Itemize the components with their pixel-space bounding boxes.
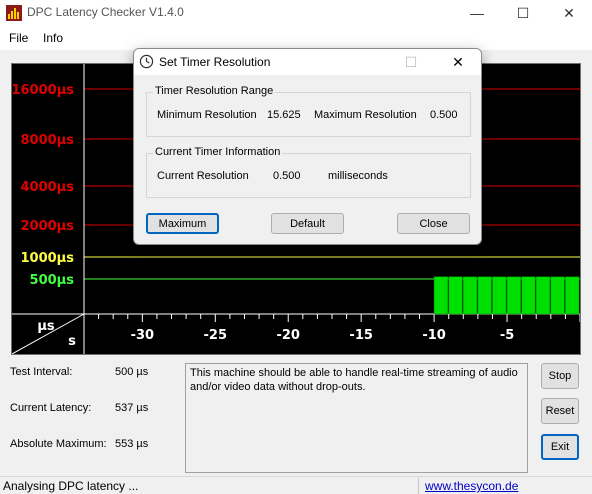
y-threshold-label: 4000µs bbox=[21, 180, 75, 195]
dialog-title-bar: Set Timer Resolution ☐ ✕ bbox=[134, 49, 481, 75]
corner-unit-s: s bbox=[68, 334, 76, 349]
minimum-resolution-value: 15.625 bbox=[267, 109, 301, 121]
dialog-title: Set Timer Resolution bbox=[159, 55, 271, 69]
test-interval-label: Test Interval: bbox=[10, 366, 73, 378]
absolute-maximum-value: 553 µs bbox=[115, 438, 149, 450]
corner-unit-us: µs bbox=[37, 319, 55, 334]
x-tick-label: -5 bbox=[500, 328, 514, 343]
timer-resolution-range-group: Timer Resolution Range Minimum Resolutio… bbox=[146, 85, 471, 137]
y-threshold-label: 16000µs bbox=[12, 83, 74, 98]
default-button[interactable]: Default bbox=[271, 213, 344, 234]
latency-bar bbox=[448, 276, 463, 315]
latency-bar bbox=[492, 276, 507, 315]
latency-bar bbox=[463, 276, 478, 315]
y-threshold-label: 500µs bbox=[30, 273, 75, 288]
current-group-title: Current Timer Information bbox=[153, 146, 283, 158]
maximum-resolution-value: 0.500 bbox=[430, 109, 458, 121]
close-window-button[interactable]: ✕ bbox=[546, 0, 592, 26]
menu-file[interactable]: File bbox=[9, 31, 28, 45]
latency-bar bbox=[521, 276, 536, 315]
current-latency-label: Current Latency: bbox=[10, 402, 92, 414]
latency-bar bbox=[433, 276, 448, 315]
window-title: DPC Latency Checker V1.4.0 bbox=[27, 5, 184, 19]
maximize-button[interactable]: ☐ bbox=[500, 0, 546, 26]
latency-bar bbox=[550, 276, 565, 315]
dialog-maximize-button: ☐ bbox=[404, 53, 418, 70]
menu-bar: File Info bbox=[0, 26, 592, 50]
dialog-close-icon[interactable]: ✕ bbox=[435, 49, 481, 75]
x-tick-label: -10 bbox=[422, 328, 446, 343]
current-latency-value: 537 µs bbox=[115, 402, 149, 414]
x-tick-label: -30 bbox=[131, 328, 155, 343]
set-timer-resolution-dialog: Set Timer Resolution ☐ ✕ Timer Resolutio… bbox=[133, 48, 482, 245]
minimize-button[interactable]: — bbox=[454, 0, 500, 26]
x-tick-label: -25 bbox=[204, 328, 228, 343]
reset-button[interactable]: Reset bbox=[541, 398, 579, 424]
latency-bar bbox=[535, 276, 551, 315]
app-icon bbox=[6, 5, 22, 21]
close-button[interactable]: Close bbox=[397, 213, 470, 234]
current-resolution-label: Current Resolution bbox=[157, 170, 249, 182]
current-resolution-unit: milliseconds bbox=[328, 170, 388, 182]
status-text: Analysing DPC latency ... bbox=[3, 479, 139, 493]
status-message-box: This machine should be able to handle re… bbox=[185, 363, 528, 473]
minimum-resolution-label: Minimum Resolution bbox=[157, 109, 257, 121]
x-tick-label: -20 bbox=[276, 328, 300, 343]
y-threshold-label: 2000µs bbox=[21, 219, 75, 234]
current-timer-information-group: Current Timer Information Current Resolu… bbox=[146, 146, 471, 198]
absolute-maximum-label: Absolute Maximum: bbox=[10, 438, 107, 450]
test-interval-value: 500 µs bbox=[115, 366, 149, 378]
title-bar: DPC Latency Checker V1.4.0 — ☐ ✕ bbox=[0, 0, 592, 26]
latency-bar bbox=[506, 276, 521, 315]
exit-button[interactable]: Exit bbox=[541, 434, 579, 460]
stop-button[interactable]: Stop bbox=[541, 363, 579, 389]
thesycon-link[interactable]: www.thesycon.de bbox=[425, 479, 518, 493]
range-group-title: Timer Resolution Range bbox=[153, 85, 276, 97]
maximum-resolution-label: Maximum Resolution bbox=[314, 109, 417, 121]
menu-info[interactable]: Info bbox=[43, 31, 63, 45]
x-tick-label: -15 bbox=[349, 328, 373, 343]
status-bar: Analysing DPC latency ... www.thesycon.d… bbox=[0, 476, 592, 494]
status-separator bbox=[418, 478, 419, 494]
y-threshold-label: 8000µs bbox=[21, 133, 75, 148]
y-threshold-label: 1000µs bbox=[21, 251, 75, 266]
latency-bar bbox=[565, 276, 580, 315]
current-resolution-value: 0.500 bbox=[273, 170, 301, 182]
latency-bar bbox=[477, 276, 492, 315]
clock-icon bbox=[139, 54, 154, 69]
maximum-button[interactable]: Maximum bbox=[146, 213, 219, 234]
